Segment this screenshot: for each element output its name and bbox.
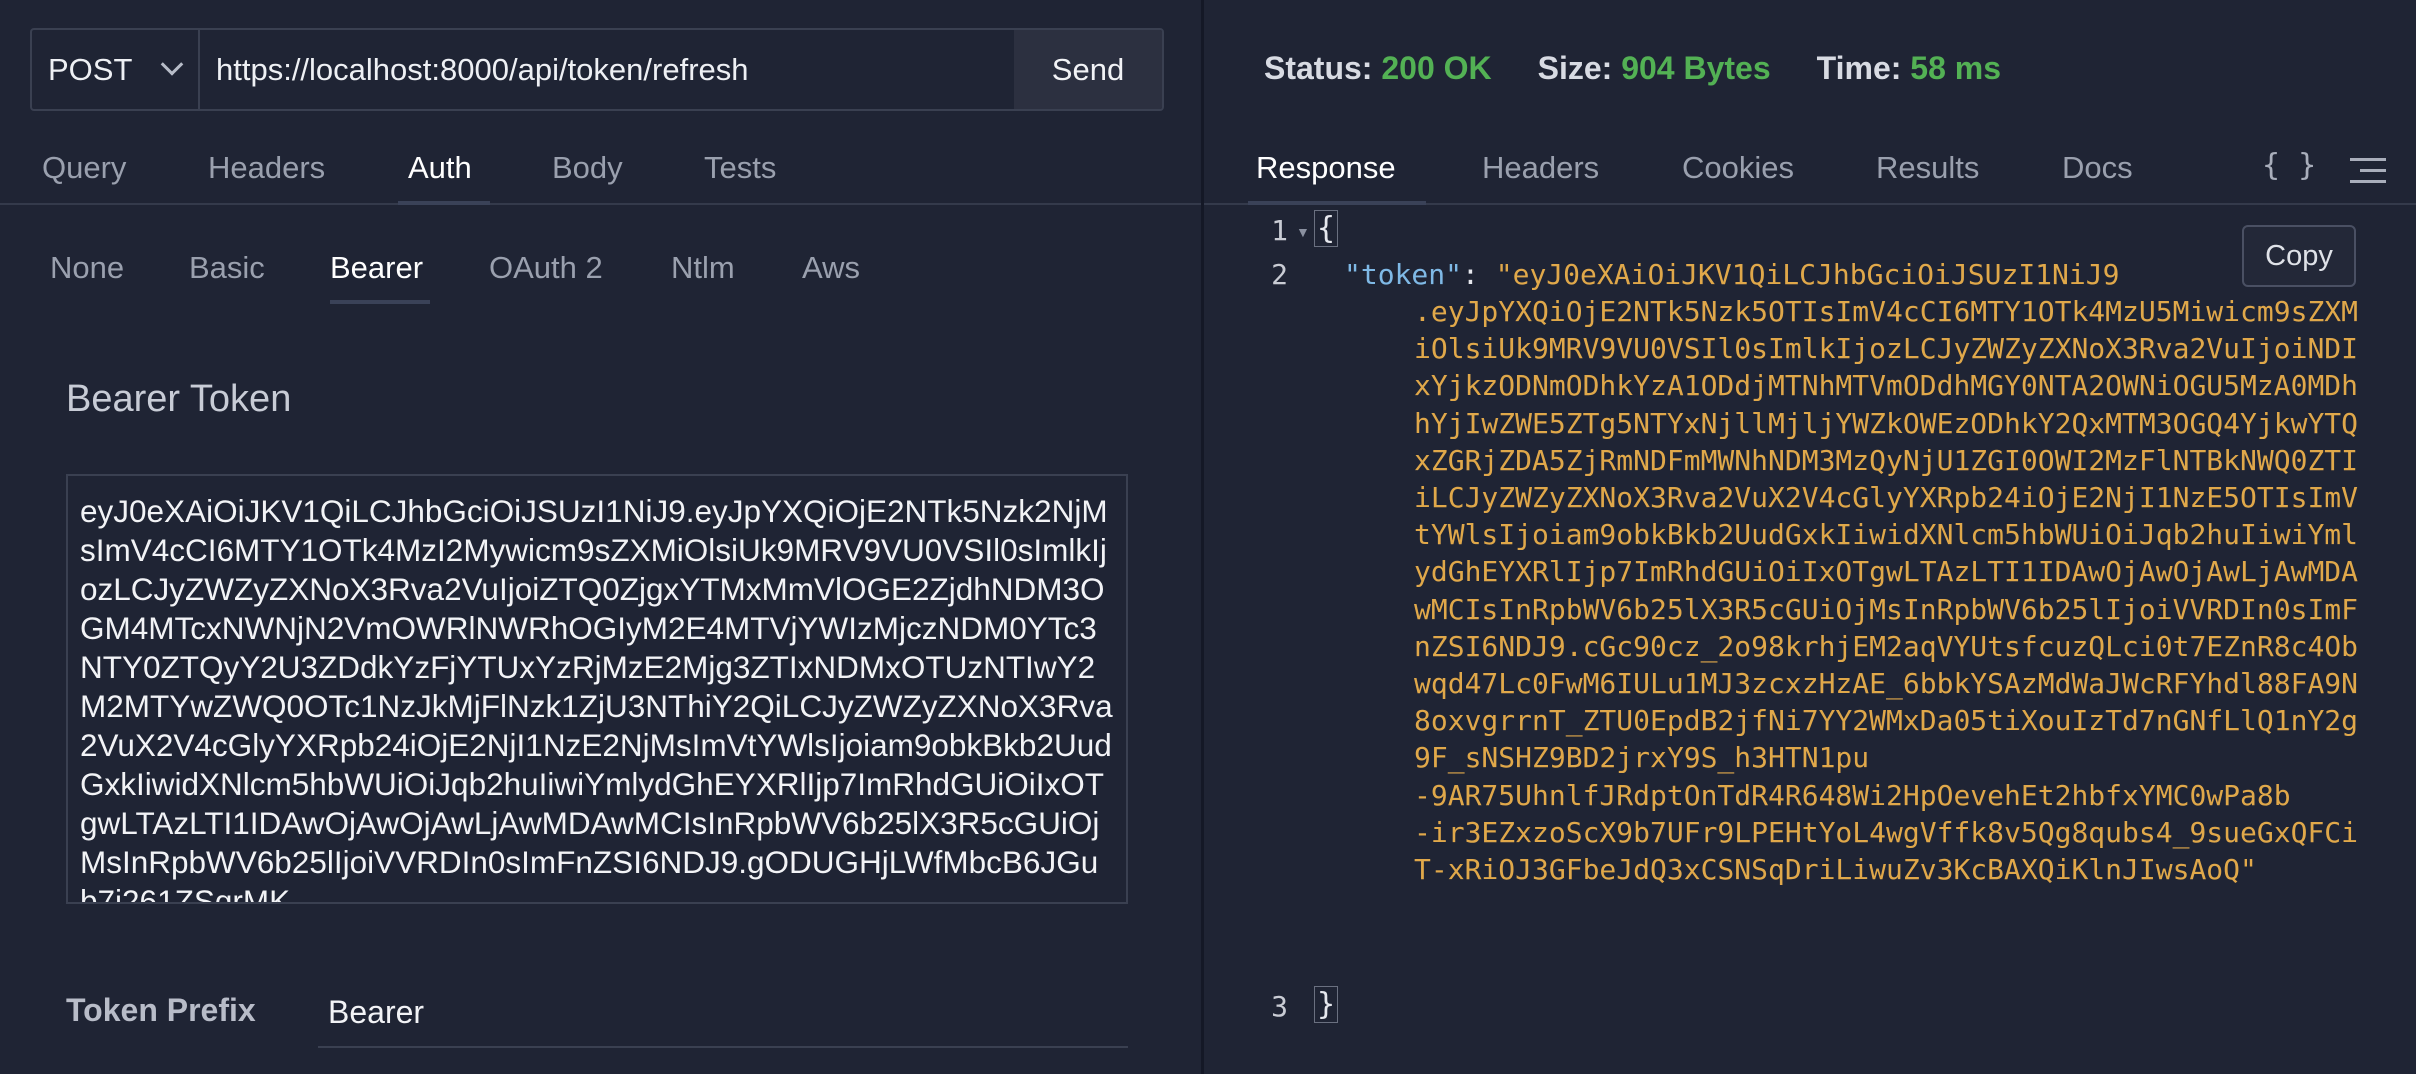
size-stat: Size: 904 Bytes (1538, 50, 1771, 87)
json-token-line: iOlsiUk9MRV9VU0VSIl0sImlkIjozLCJyZWZyZXN… (1414, 332, 2359, 366)
line-number: 3 (1271, 990, 1288, 1023)
request-bar: POST Send (30, 28, 1164, 111)
fold-icon[interactable]: ▼ (1296, 224, 1310, 240)
json-token-line: wqd47Lc0FwM6IULu1MJ3zcxzHzAE_6bbkYSAzMdW… (1414, 667, 2359, 701)
auth-type-tabs: None Basic Bearer OAuth 2 Ntlm Aws (0, 250, 1201, 310)
active-tab-indicator (398, 201, 490, 205)
json-token-line: 8oxvgrrnT_ZTU0EpdB2jfNi7YY2WMxDa05tiXouI… (1414, 704, 2359, 738)
method-select[interactable]: POST (32, 30, 200, 109)
response-meta: Status: 200 OK Size: 904 Bytes Time: 58 … (1264, 50, 2047, 87)
tab-auth[interactable]: Auth (408, 150, 472, 186)
token-prefix-label: Token Prefix (66, 992, 256, 1028)
auth-tab-ntlm[interactable]: Ntlm (671, 250, 735, 286)
bearer-token-field[interactable]: eyJ0eXAiOiJKV1QiLCJhbGciOiJSUzI1NiJ9.eyJ… (66, 474, 1128, 904)
tab-response-headers[interactable]: Headers (1482, 150, 1599, 186)
tab-response[interactable]: Response (1256, 150, 1396, 186)
chevron-down-icon (160, 52, 184, 76)
json-close-brace: } (1314, 986, 1339, 1023)
auth-tab-basic[interactable]: Basic (189, 250, 265, 286)
tab-results[interactable]: Results (1876, 150, 1979, 186)
status-stat: Status: 200 OK (1264, 50, 1492, 87)
json-token-line: ydGhEYXRlIjp7ImRhdGUiOiIxOTgwLTAzLTI1IDA… (1414, 555, 2359, 589)
tab-tests[interactable]: Tests (704, 150, 776, 186)
line-number: 2 (1271, 258, 1288, 291)
auth-tab-oauth2[interactable]: OAuth 2 (489, 250, 603, 286)
tab-body[interactable]: Body (552, 150, 623, 186)
status-label: Status: (1264, 50, 1373, 86)
json-token-line: -ir3EZxzoScX9b7UFr9LPEHtYoL4wgVffk8v5Qg8… (1414, 815, 2359, 849)
tab-query[interactable]: Query (42, 150, 126, 186)
json-line: "token": "eyJ0eXAiOiJKV1QiLCJhbGciOiJSUz… (1344, 256, 2119, 293)
auth-tab-none[interactable]: None (50, 250, 124, 286)
request-tabs: Query Headers Auth Body Tests (0, 140, 1201, 205)
json-token-line: 9F_sNSHZ9BD2jrxY9S_h3HTN1pu (1414, 741, 1870, 775)
time-stat: Time: 58 ms (1817, 50, 2001, 87)
json-token-line: xZGRjZDA5ZjRmNDFmMWNhNDM3MzQyNjU1ZGI0OWI… (1414, 443, 2359, 477)
json-token-line: tYWlsIjoiam9obkBkb2UudGxkIiwidXNlcm5hbWU… (1414, 518, 2359, 552)
line-number: 1 (1271, 214, 1288, 247)
json-token-line: nZSI6NDJ9.cGc90cz_2o98krhjEM2aqVYUtsfcuz… (1414, 629, 2359, 663)
json-token-line: iLCJyZWZyZXNoX3Rva2VuX2V4cGlyYXRpb24iOjE… (1414, 481, 2359, 515)
json-token-line: T-xRiOJ3GFbeJdQ3xCSNSqDriLiwuZv3KcBAXQiK… (1414, 853, 2257, 887)
json-token-line: wMCIsInRpbWV6b25lX3R5cGUiOjMsInRpbWV6b25… (1414, 592, 2359, 626)
send-button[interactable]: Send (1014, 30, 1162, 109)
bearer-token-value: eyJ0eXAiOiJKV1QiLCJhbGciOiJSUzI1NiJ9.eyJ… (80, 493, 1113, 904)
auth-tab-aws[interactable]: Aws (802, 250, 860, 286)
size-value: 904 Bytes (1621, 50, 1771, 86)
auth-tab-bearer[interactable]: Bearer (330, 250, 423, 286)
json-token-line: xYjkzODNmODhkYzA1ODdjMTNhMTVmODdhMGY0NTA… (1414, 369, 2359, 403)
bearer-token-heading: Bearer Token (66, 378, 292, 420)
json-token-value: .eyJpYXQiOjE2NTk5Nzk5OTIsImV4cCI6MTY1OTk… (1414, 293, 2358, 888)
json-token-line: -9AR75UhnlfJRdptOnTdR4R648Wi2HpOevehEt2h… (1414, 778, 2291, 812)
tab-cookies[interactable]: Cookies (1682, 150, 1794, 186)
status-value: 200 OK (1381, 50, 1492, 86)
json-value-start: "eyJ0eXAiOiJKV1QiLCJhbGciOiJSUzI1NiJ9 (1495, 258, 2120, 291)
request-pane: POST Send Query Headers Auth Body Tests … (0, 0, 1204, 1074)
tab-docs[interactable]: Docs (2062, 150, 2133, 186)
response-tabs: Response Headers Cookies Results Docs { … (1204, 140, 2416, 205)
active-auth-indicator (330, 300, 430, 304)
token-prefix-input[interactable] (318, 978, 1128, 1048)
json-open-brace: { (1314, 210, 1339, 247)
format-json-icon[interactable]: { } (2262, 148, 2316, 183)
response-pane: Status: 200 OK Size: 904 Bytes Time: 58 … (1204, 0, 2416, 1074)
size-label: Size: (1537, 50, 1613, 86)
json-token-line: hYjIwZWE5ZTg5NTYxNjllMjljYWZkOWEzODhkY2Q… (1414, 406, 2359, 440)
url-input[interactable] (200, 30, 1014, 109)
copy-button[interactable]: Copy (2242, 225, 2356, 287)
active-response-tab-indicator (1248, 201, 1426, 205)
tab-headers[interactable]: Headers (208, 150, 325, 186)
response-body: 1 ▼ { 2 "token": "eyJ0eXAiOiJKV1QiLCJhbG… (1204, 210, 2416, 1074)
method-label: POST (48, 51, 133, 87)
app-window: POST Send Query Headers Auth Body Tests … (0, 0, 2416, 1074)
json-token-line: .eyJpYXQiOjE2NTk5Nzk5OTIsImV4cCI6MTY1OTk… (1414, 295, 2359, 328)
json-colon: : (1462, 258, 1496, 291)
menu-icon[interactable] (2350, 158, 2386, 184)
json-key: "token" (1344, 258, 1463, 291)
time-label: Time: (1816, 50, 1902, 86)
time-value: 58 ms (1910, 50, 2002, 86)
